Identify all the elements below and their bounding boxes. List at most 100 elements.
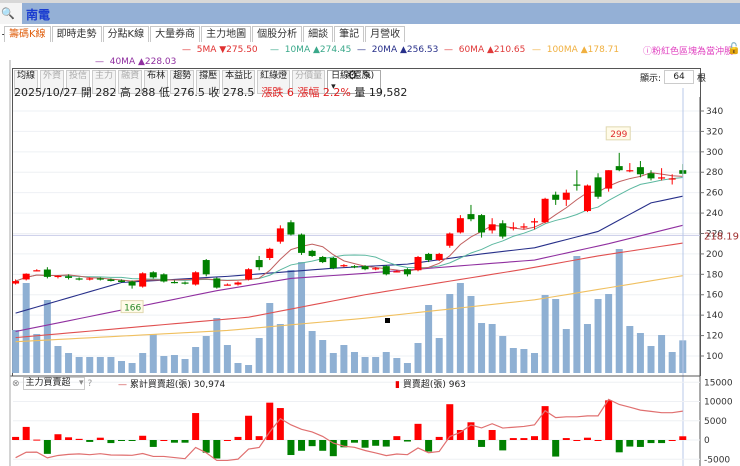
candle-body <box>86 278 94 280</box>
candle-body <box>234 282 242 285</box>
net-buy-bar <box>562 438 570 440</box>
net-buy-bar <box>626 440 634 447</box>
net-buy-bar <box>12 436 20 440</box>
volume-bar <box>583 324 591 373</box>
sub-tick-label: -5000 <box>704 455 730 465</box>
volume-bar <box>541 295 549 373</box>
net-buy-bar <box>647 440 655 444</box>
price-tick-label: 320 <box>706 127 723 137</box>
volume-bar <box>350 352 358 373</box>
cum-label: 累計買賣超(張) 30,974 <box>129 380 226 390</box>
volume-bar <box>478 323 486 373</box>
volume-bar <box>128 363 136 373</box>
candle-body <box>245 269 253 280</box>
gear-icon[interactable]: ⚙ <box>347 68 358 82</box>
volume-bar <box>65 353 73 373</box>
candle-body <box>65 276 73 278</box>
volume-bar <box>33 334 41 373</box>
net-buy-bar <box>96 437 104 440</box>
volume-bar <box>658 335 666 373</box>
net-buy-bar <box>403 440 411 442</box>
volume-bar <box>276 324 284 373</box>
volume-bar <box>456 283 464 373</box>
sub-tick-label: 15000 <box>704 378 733 388</box>
net-buy-bar <box>128 440 136 441</box>
candle-body <box>456 218 464 233</box>
volume-bar <box>96 357 104 373</box>
volume-bar <box>223 345 231 373</box>
price-tick-label: 280 <box>706 168 723 178</box>
volume-bar <box>636 333 644 373</box>
volume-bar <box>531 353 539 373</box>
net-buy-bar <box>361 440 369 448</box>
candle-body <box>149 272 157 278</box>
net-buy-bar <box>583 437 591 440</box>
volume-bar <box>340 345 348 373</box>
net-buy-bar <box>298 440 306 451</box>
event-marker <box>385 318 390 323</box>
cumulative-line <box>15 398 683 462</box>
net-label: 買賣超(張) 963 <box>402 380 466 390</box>
ma-line-60ma <box>15 242 683 339</box>
volume-bar <box>499 336 507 373</box>
net-buy-bar <box>350 440 358 443</box>
net-buy-bar <box>223 440 231 441</box>
sub-indicator-value: 主力買賣超 <box>25 378 71 388</box>
net-buy-bar <box>573 440 581 441</box>
volume-bar <box>319 340 327 373</box>
close-circle-icon[interactable]: ⊗ <box>12 379 20 389</box>
show-unit: 根 <box>697 73 707 84</box>
volume-bar <box>118 361 125 373</box>
candle-body <box>75 278 83 280</box>
candle-body <box>350 266 358 268</box>
net-buy-bar <box>213 440 221 459</box>
candle-body <box>128 281 136 286</box>
ohlc-info: 2025/10/27 開 282 高 288 低 276.5 收 278.5 漲… <box>14 84 407 100</box>
candle-body <box>340 265 348 267</box>
sub-indicator-dropdown[interactable]: 主力買賣超 ▾ <box>22 377 85 390</box>
net-buy-bar <box>393 436 401 440</box>
candle-body <box>509 227 517 229</box>
volume-bar <box>54 346 62 373</box>
volume-bar <box>107 357 115 373</box>
bar-count-input[interactable]: 64 <box>664 70 695 84</box>
net-buy-bar <box>308 440 316 447</box>
net-buy-bar <box>414 423 422 440</box>
candle-body <box>107 279 115 281</box>
volume-bar <box>202 336 210 373</box>
net-buy-bar <box>605 400 613 440</box>
info-date: 2025/10/27 <box>14 86 78 99</box>
net-buy-bar <box>435 436 443 440</box>
net-buy-bar <box>425 440 433 452</box>
info-change: 漲跌 6 <box>261 86 294 99</box>
volume-bar <box>213 318 221 373</box>
pen-icon[interactable]: ✎ <box>362 68 372 82</box>
info-close: 收 278.5 <box>208 86 255 99</box>
net-buy-bar <box>668 440 676 441</box>
candle-body <box>139 273 147 287</box>
reference-label: 218.19 <box>704 231 739 242</box>
price-tick-label: 240 <box>706 209 723 219</box>
candle-body <box>488 224 496 231</box>
volume-bar <box>160 356 168 373</box>
volume-bar <box>12 330 20 373</box>
volume-bar <box>308 331 316 373</box>
net-buy-bar <box>255 436 263 440</box>
volume-bar <box>22 283 30 373</box>
net-buy-bar <box>509 438 517 440</box>
net-buy-bar <box>287 440 295 456</box>
net-buy-bar <box>75 438 83 440</box>
volume-bar <box>626 326 634 373</box>
candle-body <box>22 273 30 280</box>
show-label: 顯示: <box>640 73 662 84</box>
volume-bar <box>372 357 380 373</box>
candle-body <box>658 177 666 179</box>
volume-bar <box>647 346 655 373</box>
info-open: 開 282 <box>80 86 117 99</box>
net-buy-bar <box>636 440 644 447</box>
net-buy-bar <box>499 440 507 451</box>
candle-body <box>414 256 422 271</box>
candle-body <box>202 260 210 275</box>
help-icon[interactable]: ? <box>88 379 93 389</box>
sub-tick-label: 0 <box>704 436 710 446</box>
